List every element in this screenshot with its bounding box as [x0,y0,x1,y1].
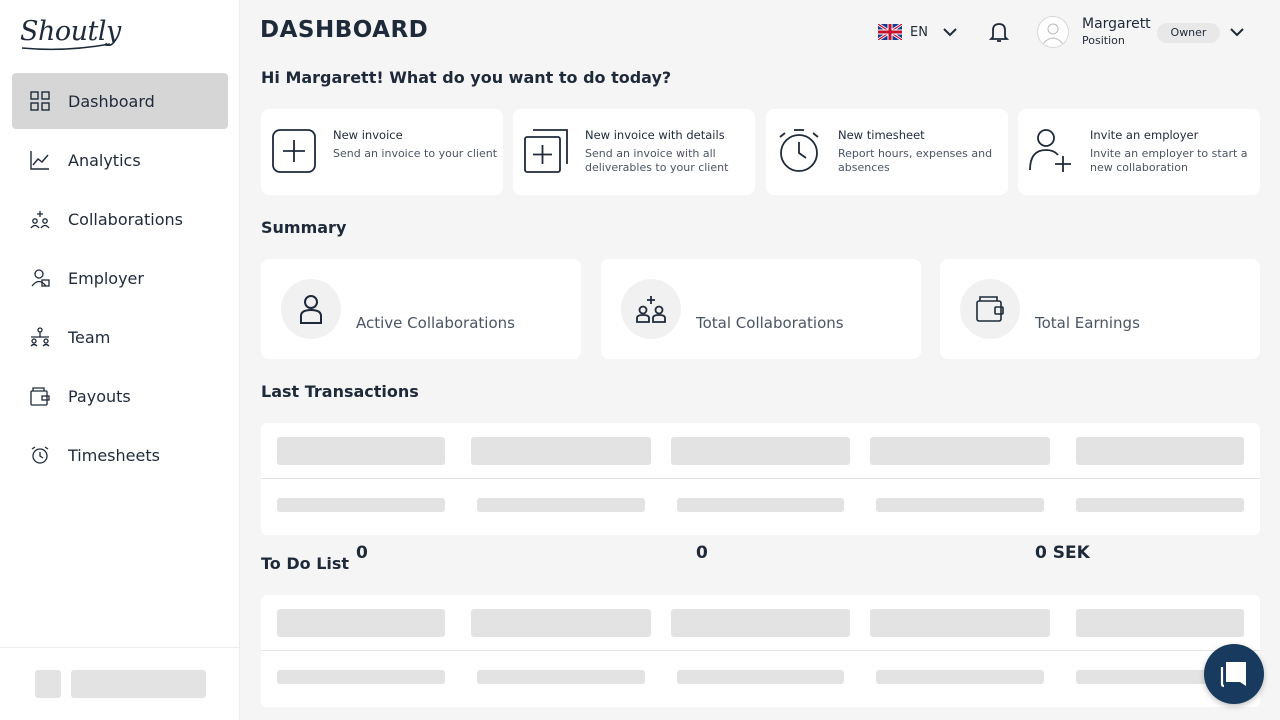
language-selector[interactable]: EN [878,22,958,42]
action-description: Invite an employer to start a new collab… [1090,147,1248,174]
sidebar-item-label: Collaborations [68,209,183,229]
total-collaborations-card: 0 Total Collaborations [601,259,921,563]
person-icon [281,279,341,339]
skeleton-header-cell [870,609,1050,637]
skeleton-header-cell [471,437,651,465]
role-badge: Owner [1157,23,1220,43]
grid-icon [30,91,50,111]
sidebar-item-label: Team [68,327,111,347]
sidebar-item-analytics[interactable]: Analytics [12,132,228,188]
sidebar-item-employer[interactable]: Employer [12,250,228,306]
sidebar-item-team[interactable]: Team [12,309,228,365]
skeleton-row-cell [1076,498,1244,512]
sidebar-item-payouts[interactable]: Payouts [12,368,228,424]
todo-table [261,595,1260,707]
total-earnings-card: 0 SEK Total Earnings [940,259,1260,563]
skeleton-row-cell [677,498,844,512]
skeleton-row-cell [477,498,645,512]
chat-button[interactable] [1204,644,1264,704]
action-title: New invoice [333,128,403,142]
skeleton-row-cell [876,670,1044,684]
action-description: Report hours, expenses and absences [838,147,993,174]
summary-value: 0 [356,543,368,563]
transactions-table [261,423,1260,535]
chevron-down-icon [943,28,957,37]
skeleton-header-cell [471,609,651,637]
logo-swoosh [21,43,111,51]
skeleton-header-cell [277,609,445,637]
summary-label: Total Collaborations [696,314,844,332]
skeleton-header-cell [671,609,850,637]
wallet-icon [960,279,1020,339]
sidebar: Shoutly Dashboard Analytics Collaboratio… [0,0,240,720]
action-title: Invite an employer [1090,128,1199,142]
table-divider [261,650,1260,651]
sidebar-nav: Dashboard Analytics Collaborations Emplo… [12,73,228,486]
skeleton-text [71,670,206,698]
skeleton-avatar [35,670,61,698]
skeleton-header-cell [671,437,850,465]
plus-stack-icon [524,129,568,173]
sidebar-item-dashboard[interactable]: Dashboard [12,73,228,129]
bell-icon[interactable] [988,21,1010,47]
skeleton-header-cell [277,437,445,465]
user-position: Position [1082,34,1125,47]
summary-value: 0 [696,543,708,563]
skeleton-row-cell [277,498,445,512]
plus-square-icon [272,129,316,173]
people-icon [621,279,681,339]
page-title: DASHBOARD [260,17,429,43]
language-code: EN [910,24,928,40]
sidebar-item-label: Timesheets [68,445,160,465]
uk-flag-icon [878,24,902,40]
action-description: Send an invoice with all deliverables to… [585,147,729,174]
user-name: Margarett [1082,16,1151,32]
stopwatch-icon [779,129,819,172]
skeleton-header-cell [1076,437,1244,465]
new-timesheet-card[interactable]: New timesheet Report hours, expenses and… [766,109,1008,195]
employer-icon [30,268,50,288]
people-icon [30,209,50,229]
skeleton-header-cell [1076,609,1244,637]
chart-icon [30,150,50,170]
greeting: Hi Margarett! What do you want to do tod… [261,68,672,87]
chevron-down-icon[interactable] [1228,24,1246,40]
team-icon [30,327,50,347]
sidebar-footer [0,647,240,720]
new-invoice-details-card[interactable]: New invoice with details Send an invoice… [513,109,755,195]
action-description: Send an invoice to your client [333,147,498,160]
sidebar-item-label: Analytics [68,150,141,170]
wallet-icon [30,386,50,406]
summary-label: Active Collaborations [356,314,515,332]
skeleton-row-cell [677,670,844,684]
skeleton-header-cell [870,437,1050,465]
add-user-icon [1029,129,1071,172]
chat-bubble-icon [1220,662,1246,688]
sidebar-item-label: Payouts [68,386,131,406]
user-placeholder-icon [1042,23,1064,44]
new-invoice-card[interactable]: New invoice Send an invoice to your clie… [261,109,503,195]
summary-label: Total Earnings [1035,314,1140,332]
sidebar-item-collaborations[interactable]: Collaborations [12,191,228,247]
skeleton-row-cell [277,670,445,684]
sidebar-item-timesheets[interactable]: Timesheets [12,427,228,483]
summary-value: 0 SEK [1035,543,1090,563]
stopwatch-icon [30,445,50,465]
skeleton-row-cell [477,670,645,684]
avatar[interactable] [1037,16,1069,48]
sidebar-item-label: Dashboard [68,91,155,111]
sidebar-item-label: Employer [68,268,144,288]
action-title: New timesheet [838,128,925,142]
todo-title: To Do List [261,554,350,573]
active-collaborations-card: 0 Active Collaborations [261,259,581,563]
action-title: New invoice with details [585,128,725,142]
skeleton-row-cell [876,498,1044,512]
transactions-title: Last Transactions [261,382,419,401]
table-divider [261,478,1260,479]
invite-employer-card[interactable]: Invite an employer Invite an employer to… [1018,109,1260,195]
summary-title: Summary [261,218,347,237]
